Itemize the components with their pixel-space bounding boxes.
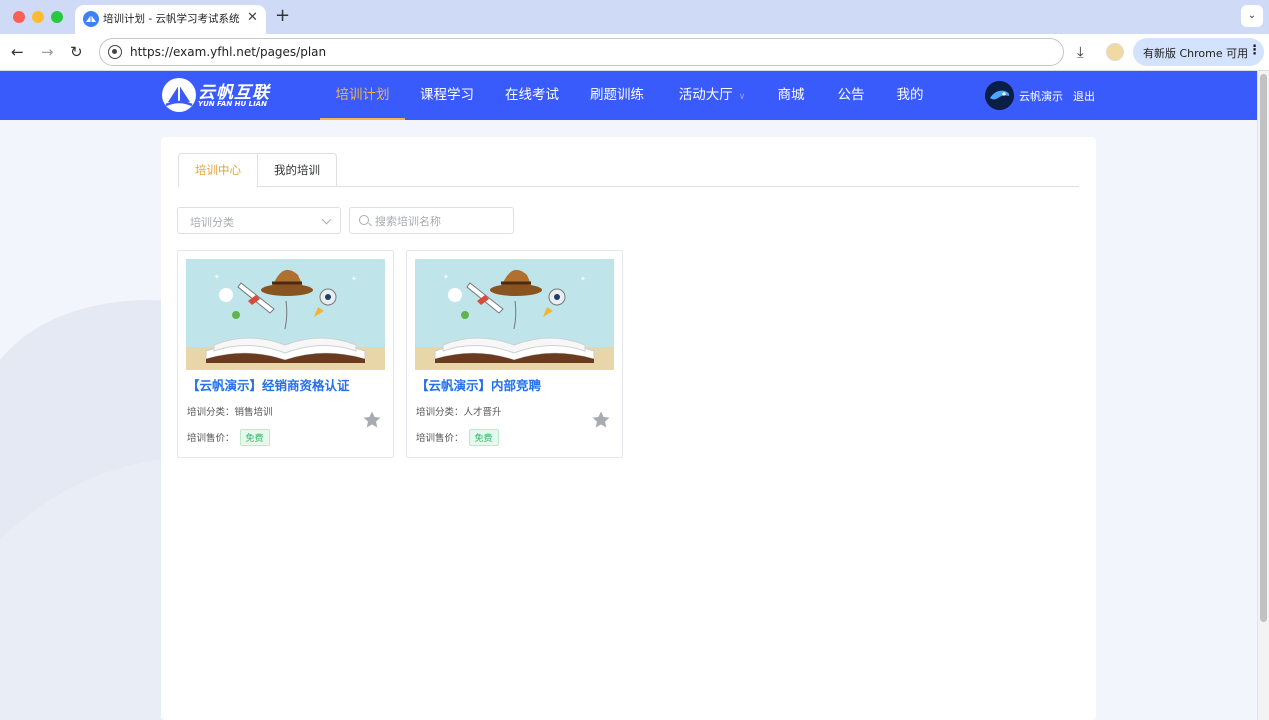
- category-select[interactable]: 培训分类: [177, 207, 341, 234]
- favicon-icon: [83, 11, 99, 27]
- favorite-star-icon[interactable]: [362, 410, 382, 430]
- training-category: 培训分类：人才晋升: [416, 404, 502, 418]
- training-category: 培训分类：销售培训: [187, 404, 273, 418]
- tab-close-icon[interactable]: ✕: [247, 10, 258, 25]
- search-input[interactable]: [375, 213, 505, 229]
- maximize-window-button[interactable]: [51, 11, 63, 23]
- chevron-down-icon: [321, 214, 332, 225]
- nav-activity-hall[interactable]: 活动大厅 ∨: [676, 71, 748, 120]
- category-value: 销售培训: [234, 407, 273, 418]
- nav-notice[interactable]: 公告: [834, 71, 868, 120]
- more-icon[interactable]: ⋮: [1248, 43, 1261, 58]
- browser-toolbar: ← → ↻ https://exam.yfhl.net/pages/plan ⤓…: [0, 34, 1269, 71]
- price-label: 培训售价：: [187, 433, 235, 444]
- category-select-placeholder: 培训分类: [190, 216, 234, 229]
- nav-mall[interactable]: 商城: [774, 71, 808, 120]
- favorite-star-icon[interactable]: [591, 410, 611, 430]
- tab-my-training[interactable]: 我的培训: [257, 153, 337, 187]
- nav-course-study[interactable]: 课程学习: [416, 71, 478, 120]
- training-cover-image[interactable]: ✦ ✦: [186, 259, 385, 370]
- profile-icon[interactable]: [1106, 43, 1124, 61]
- update-label: 有新版 Chrome 可用: [1143, 47, 1249, 60]
- training-price: 培训售价： 免费: [416, 429, 499, 446]
- training-title[interactable]: 【云帆演示】经销商资格认证: [187, 375, 350, 394]
- nav-activity-hall-label: 活动大厅: [678, 87, 733, 103]
- svg-text:✦: ✦: [214, 273, 220, 281]
- minimize-window-button[interactable]: [32, 11, 44, 23]
- reload-icon[interactable]: ↻: [70, 43, 83, 61]
- tab-search-button[interactable]: ⌄: [1241, 5, 1263, 27]
- browser-tab[interactable]: 培训计划 - 云帆学习考试系统 ✕: [75, 5, 266, 34]
- forward-icon[interactable]: →: [41, 43, 54, 61]
- user-name[interactable]: 云帆演示: [1019, 88, 1063, 104]
- logout-link[interactable]: 退出: [1073, 88, 1095, 104]
- back-icon[interactable]: ←: [11, 43, 24, 61]
- address-bar[interactable]: https://exam.yfhl.net/pages/plan: [99, 38, 1064, 66]
- price-label: 培训售价：: [416, 433, 464, 444]
- browser-tab-bar: 培训计划 - 云帆学习考试系统 ✕ + ⌄: [0, 0, 1269, 34]
- nav-mine[interactable]: 我的: [893, 71, 927, 120]
- main-panel: 培训中心 我的培训 培训分类 搜索培训名称 ✦ ✦ 【云帆演示】经销商资格认证 …: [161, 137, 1096, 720]
- site-logo[interactable]: 云帆互联 YUN FAN HU LIAN: [162, 77, 282, 115]
- nav-training-plan[interactable]: 培训计划: [320, 71, 405, 120]
- training-title[interactable]: 【云帆演示】内部竞聘: [416, 375, 541, 394]
- site-header: 云帆互联 YUN FAN HU LIAN 培训计划 课程学习 在线考试 刷题训练…: [0, 71, 1257, 120]
- scrollbar-thumb[interactable]: [1260, 74, 1267, 622]
- panel-tabs: 培训中心 我的培训: [178, 153, 1079, 187]
- free-badge: 免费: [468, 429, 499, 446]
- svg-text:✦: ✦: [580, 275, 586, 283]
- nav-online-exam[interactable]: 在线考试: [501, 71, 563, 120]
- search-icon: [359, 215, 369, 225]
- close-window-button[interactable]: [13, 11, 25, 23]
- tab-training-center[interactable]: 培训中心: [178, 153, 258, 187]
- category-value: 人才晋升: [463, 407, 502, 418]
- logo-icon: [162, 78, 196, 112]
- training-card[interactable]: ✦ ✦ 【云帆演示】内部竞聘 培训分类：人才晋升 培训售价： 免费: [406, 250, 623, 458]
- free-badge: 免费: [239, 429, 270, 446]
- search-box[interactable]: [349, 207, 514, 234]
- category-label: 培训分类：: [187, 407, 235, 418]
- tab-title: 培训计划 - 云帆学习考试系统: [103, 13, 240, 25]
- site-info-icon[interactable]: [108, 45, 122, 59]
- category-label: 培训分类：: [416, 407, 464, 418]
- svg-text:✦: ✦: [443, 273, 449, 281]
- logo-subtitle: YUN FAN HU LIAN: [198, 100, 267, 108]
- training-price: 培训售价： 免费: [187, 429, 270, 446]
- svg-text:✦: ✦: [351, 275, 357, 283]
- training-card[interactable]: ✦ ✦ 【云帆演示】经销商资格认证 培训分类：销售培训 培训售价： 免费: [177, 250, 394, 458]
- download-icon[interactable]: ⤓: [1077, 43, 1084, 61]
- avatar[interactable]: [985, 81, 1014, 110]
- chevron-down-icon: ∨: [738, 92, 746, 102]
- nav-practice[interactable]: 刷题训练: [586, 71, 648, 120]
- url-text[interactable]: https://exam.yfhl.net/pages/plan: [130, 45, 326, 59]
- training-cover-image[interactable]: ✦ ✦: [415, 259, 614, 370]
- new-tab-button[interactable]: +: [275, 5, 290, 26]
- chrome-update-button[interactable]: 有新版 Chrome 可用 ⋮: [1133, 38, 1264, 66]
- page-scrollbar[interactable]: [1257, 71, 1269, 720]
